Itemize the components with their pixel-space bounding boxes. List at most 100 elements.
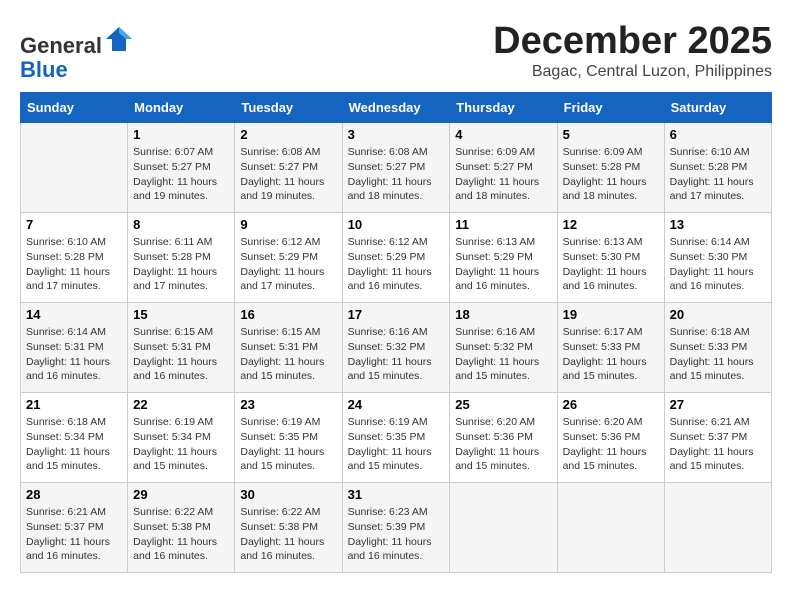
day-info: Sunrise: 6:15 AM Sunset: 5:31 PM Dayligh… [133,325,229,384]
day-info: Sunrise: 6:14 AM Sunset: 5:30 PM Dayligh… [670,235,766,294]
calendar-week-row: 1Sunrise: 6:07 AM Sunset: 5:27 PM Daylig… [21,123,772,213]
day-number: 29 [133,487,229,502]
day-info: Sunrise: 6:19 AM Sunset: 5:35 PM Dayligh… [240,415,336,474]
day-number: 30 [240,487,336,502]
day-info: Sunrise: 6:08 AM Sunset: 5:27 PM Dayligh… [348,145,445,204]
calendar-cell: 3 Sunrise: 6:08 AM Sunset: 5:27 PM Daylig… [342,123,450,213]
day-number: 31 [348,487,445,502]
day-info: Sunrise: 6:18 AM Sunset: 5:34 PM Dayligh… [26,415,122,474]
day-number: 7 [26,217,122,232]
calendar-cell: 11 Sunrise: 6:13 AM Sunset: 5:29 PM Dayli… [450,213,557,303]
day-info: Sunrise: 6:09 AM Sunset: 5:27 PM Dayligh… [455,145,551,204]
calendar-cell [664,483,771,573]
title-area: December 2025 Bagac, Central Luzon, Phil… [493,20,772,81]
day-info: Sunrise: 6:22 AM Sunset: 5:38 PM Dayligh… [133,505,229,564]
day-number: 16 [240,307,336,322]
calendar-cell: 17 Sunrise: 6:16 AM Sunset: 5:32 PM Dayli… [342,303,450,393]
day-number: 12 [563,217,659,232]
day-number: 27 [670,397,766,412]
calendar-week-row: 14Sunrise: 6:14 AM Sunset: 5:31 PM Dayli… [21,303,772,393]
day-info: Sunrise: 6:19 AM Sunset: 5:34 PM Dayligh… [133,415,229,474]
day-number: 23 [240,397,336,412]
day-info: Sunrise: 6:20 AM Sunset: 5:36 PM Dayligh… [563,415,659,474]
calendar-cell: 1Sunrise: 6:07 AM Sunset: 5:27 PM Daylig… [128,123,235,213]
day-number: 8 [133,217,229,232]
calendar-cell: 30Sunrise: 6:22 AM Sunset: 5:38 PM Dayli… [235,483,342,573]
day-info: Sunrise: 6:12 AM Sunset: 5:29 PM Dayligh… [348,235,445,294]
logo-blue-text: Blue [20,57,68,82]
day-info: Sunrise: 6:20 AM Sunset: 5:36 PM Dayligh… [455,415,551,474]
calendar-cell: 6 Sunrise: 6:10 AM Sunset: 5:28 PM Daylig… [664,123,771,213]
logo-icon [104,25,134,53]
calendar-cell: 22 Sunrise: 6:19 AM Sunset: 5:34 PM Dayli… [128,393,235,483]
calendar-cell: 28Sunrise: 6:21 AM Sunset: 5:37 PM Dayli… [21,483,128,573]
day-number: 18 [455,307,551,322]
calendar-week-row: 28Sunrise: 6:21 AM Sunset: 5:37 PM Dayli… [21,483,772,573]
calendar-cell: 10 Sunrise: 6:12 AM Sunset: 5:29 PM Dayli… [342,213,450,303]
calendar-cell [557,483,664,573]
day-number: 25 [455,397,551,412]
calendar-cell: 9 Sunrise: 6:12 AM Sunset: 5:29 PM Daylig… [235,213,342,303]
calendar-table: SundayMondayTuesdayWednesdayThursdayFrid… [20,92,772,573]
calendar-cell [450,483,557,573]
day-info: Sunrise: 6:16 AM Sunset: 5:32 PM Dayligh… [455,325,551,384]
calendar-cell: 16 Sunrise: 6:15 AM Sunset: 5:31 PM Dayli… [235,303,342,393]
day-number: 20 [670,307,766,322]
calendar-cell: 13 Sunrise: 6:14 AM Sunset: 5:30 PM Dayli… [664,213,771,303]
weekday-header-friday: Friday [557,93,664,123]
day-info: Sunrise: 6:12 AM Sunset: 5:29 PM Dayligh… [240,235,336,294]
logo-general-text: General [20,33,102,58]
page-header: General Blue December 2025 Bagac, Centra… [20,20,772,82]
calendar-cell: 23 Sunrise: 6:19 AM Sunset: 5:35 PM Dayli… [235,393,342,483]
day-info: Sunrise: 6:08 AM Sunset: 5:27 PM Dayligh… [240,145,336,204]
day-info: Sunrise: 6:23 AM Sunset: 5:39 PM Dayligh… [348,505,445,564]
calendar-cell: 19Sunrise: 6:17 AM Sunset: 5:33 PM Dayli… [557,303,664,393]
day-number: 11 [455,217,551,232]
calendar-cell: 31 Sunrise: 6:23 AM Sunset: 5:39 PM Dayli… [342,483,450,573]
day-number: 10 [348,217,445,232]
weekday-header-monday: Monday [128,93,235,123]
day-number: 2 [240,127,336,142]
weekday-header-saturday: Saturday [664,93,771,123]
day-info: Sunrise: 6:16 AM Sunset: 5:32 PM Dayligh… [348,325,445,384]
day-info: Sunrise: 6:10 AM Sunset: 5:28 PM Dayligh… [26,235,122,294]
weekday-header-thursday: Thursday [450,93,557,123]
calendar-cell: 20 Sunrise: 6:18 AM Sunset: 5:33 PM Dayli… [664,303,771,393]
calendar-cell: 7 Sunrise: 6:10 AM Sunset: 5:28 PM Daylig… [21,213,128,303]
day-number: 4 [455,127,551,142]
day-info: Sunrise: 6:10 AM Sunset: 5:28 PM Dayligh… [670,145,766,204]
day-info: Sunrise: 6:13 AM Sunset: 5:29 PM Dayligh… [455,235,551,294]
day-info: Sunrise: 6:09 AM Sunset: 5:28 PM Dayligh… [563,145,659,204]
day-info: Sunrise: 6:21 AM Sunset: 5:37 PM Dayligh… [26,505,122,564]
calendar-cell: 5Sunrise: 6:09 AM Sunset: 5:28 PM Daylig… [557,123,664,213]
day-number: 3 [348,127,445,142]
day-number: 24 [348,397,445,412]
day-number: 17 [348,307,445,322]
calendar-cell: 21Sunrise: 6:18 AM Sunset: 5:34 PM Dayli… [21,393,128,483]
day-number: 22 [133,397,229,412]
calendar-cell: 26Sunrise: 6:20 AM Sunset: 5:36 PM Dayli… [557,393,664,483]
calendar-cell: 29 Sunrise: 6:22 AM Sunset: 5:38 PM Dayli… [128,483,235,573]
day-number: 15 [133,307,229,322]
day-info: Sunrise: 6:18 AM Sunset: 5:33 PM Dayligh… [670,325,766,384]
calendar-cell: 2 Sunrise: 6:08 AM Sunset: 5:27 PM Daylig… [235,123,342,213]
weekday-header-row: SundayMondayTuesdayWednesdayThursdayFrid… [21,93,772,123]
calendar-week-row: 7 Sunrise: 6:10 AM Sunset: 5:28 PM Daylig… [21,213,772,303]
day-number: 13 [670,217,766,232]
calendar-cell: 8Sunrise: 6:11 AM Sunset: 5:28 PM Daylig… [128,213,235,303]
day-number: 1 [133,127,229,142]
day-info: Sunrise: 6:17 AM Sunset: 5:33 PM Dayligh… [563,325,659,384]
day-number: 14 [26,307,122,322]
calendar-cell: 4 Sunrise: 6:09 AM Sunset: 5:27 PM Daylig… [450,123,557,213]
calendar-cell: 24Sunrise: 6:19 AM Sunset: 5:35 PM Dayli… [342,393,450,483]
day-info: Sunrise: 6:15 AM Sunset: 5:31 PM Dayligh… [240,325,336,384]
calendar-cell: 18 Sunrise: 6:16 AM Sunset: 5:32 PM Dayli… [450,303,557,393]
day-number: 9 [240,217,336,232]
calendar-cell: 12Sunrise: 6:13 AM Sunset: 5:30 PM Dayli… [557,213,664,303]
calendar-cell: 25 Sunrise: 6:20 AM Sunset: 5:36 PM Dayli… [450,393,557,483]
day-number: 6 [670,127,766,142]
calendar-cell: 15 Sunrise: 6:15 AM Sunset: 5:31 PM Dayli… [128,303,235,393]
calendar-cell: 27 Sunrise: 6:21 AM Sunset: 5:37 PM Dayli… [664,393,771,483]
month-title: December 2025 [493,20,772,63]
day-info: Sunrise: 6:21 AM Sunset: 5:37 PM Dayligh… [670,415,766,474]
